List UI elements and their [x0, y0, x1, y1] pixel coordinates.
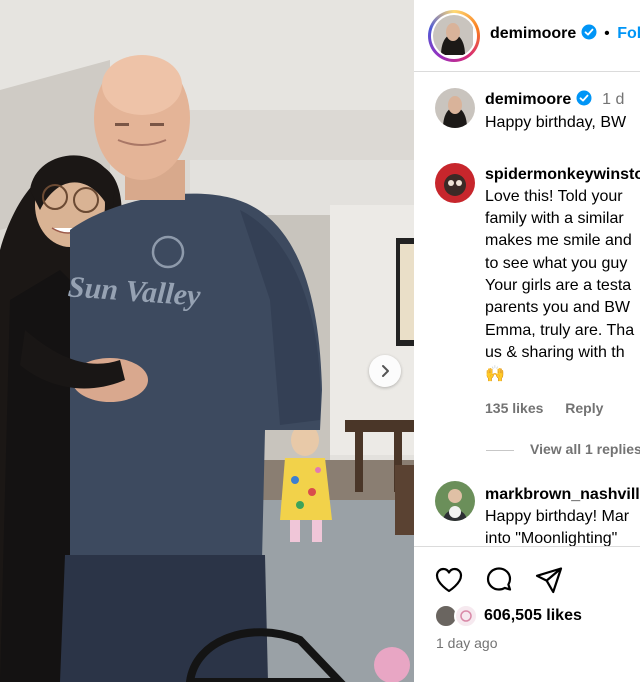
comment-line: family with a similar	[485, 210, 624, 227]
comment-line: Emma, truly are. Tha	[485, 322, 635, 339]
author-avatar[interactable]	[428, 10, 480, 62]
verified-badge-icon	[581, 24, 597, 40]
comment-line: Love this! Told your	[485, 188, 623, 205]
comment-icon[interactable]	[484, 565, 514, 595]
comment-emoji: 🙌	[485, 366, 505, 383]
avatar-image	[435, 481, 475, 521]
liker-avatars[interactable]	[434, 603, 482, 629]
post-timestamp[interactable]: 1 day ago	[436, 635, 498, 651]
post-photo[interactable]: Sun Valley	[0, 0, 414, 682]
avatar-image	[435, 88, 475, 128]
next-photo-button[interactable]	[369, 355, 401, 387]
post-header: demimoore • Follow	[414, 0, 640, 72]
photo-scene: Sun Valley	[0, 0, 414, 682]
share-icon[interactable]	[534, 565, 564, 595]
header-separator: •	[604, 25, 610, 42]
comment-line: Your girls are a testa	[485, 277, 632, 294]
comment-username[interactable]: markbrown_nashville	[485, 484, 640, 506]
heart-icon[interactable]	[434, 565, 464, 595]
comment-line: makes me smile and	[485, 232, 632, 249]
avatar-image	[435, 163, 475, 203]
caption-text: Happy birthday, BW	[485, 114, 627, 131]
comment-username[interactable]: spidermonkeywinston	[485, 164, 640, 186]
comment-line: Happy birthday! Mar	[485, 508, 630, 525]
comment-line: parents you and BW	[485, 299, 630, 316]
comment-line: to see what you guy	[485, 255, 628, 272]
comment-meta: 135 likes Reply	[485, 400, 621, 416]
comment-avatar[interactable]	[435, 163, 475, 203]
view-replies-button[interactable]: View all 1 replies	[486, 441, 640, 457]
comment-username-text[interactable]: spidermonkeywinston	[485, 166, 640, 183]
likes-count[interactable]: 606,505 likes	[484, 607, 582, 625]
caption-username[interactable]: demimoore	[485, 91, 571, 108]
post-side-panel: demimoore • Follow demimoore 1 d Happy b…	[414, 0, 640, 682]
comment-reply-button[interactable]: Reply	[565, 400, 603, 416]
caption-time[interactable]: 1 d	[602, 91, 624, 108]
comment-likes[interactable]: 135 likes	[485, 400, 543, 416]
comment-username-text[interactable]: markbrown_nashville	[485, 486, 640, 503]
comment-avatar[interactable]	[435, 481, 475, 521]
post-actions: 606,505 likes 1 day ago	[414, 546, 640, 682]
author-username[interactable]: demimoore	[490, 25, 576, 42]
liker-avatar-images	[434, 604, 478, 628]
avatar-image	[433, 15, 473, 55]
chevron-right-icon	[382, 365, 389, 377]
follow-button[interactable]: Follow	[617, 25, 640, 42]
comment-line: us & sharing with th	[485, 344, 625, 361]
verified-badge-icon	[576, 90, 592, 106]
caption-avatar[interactable]	[435, 88, 475, 128]
caption-header: demimoore 1 d	[485, 89, 624, 111]
